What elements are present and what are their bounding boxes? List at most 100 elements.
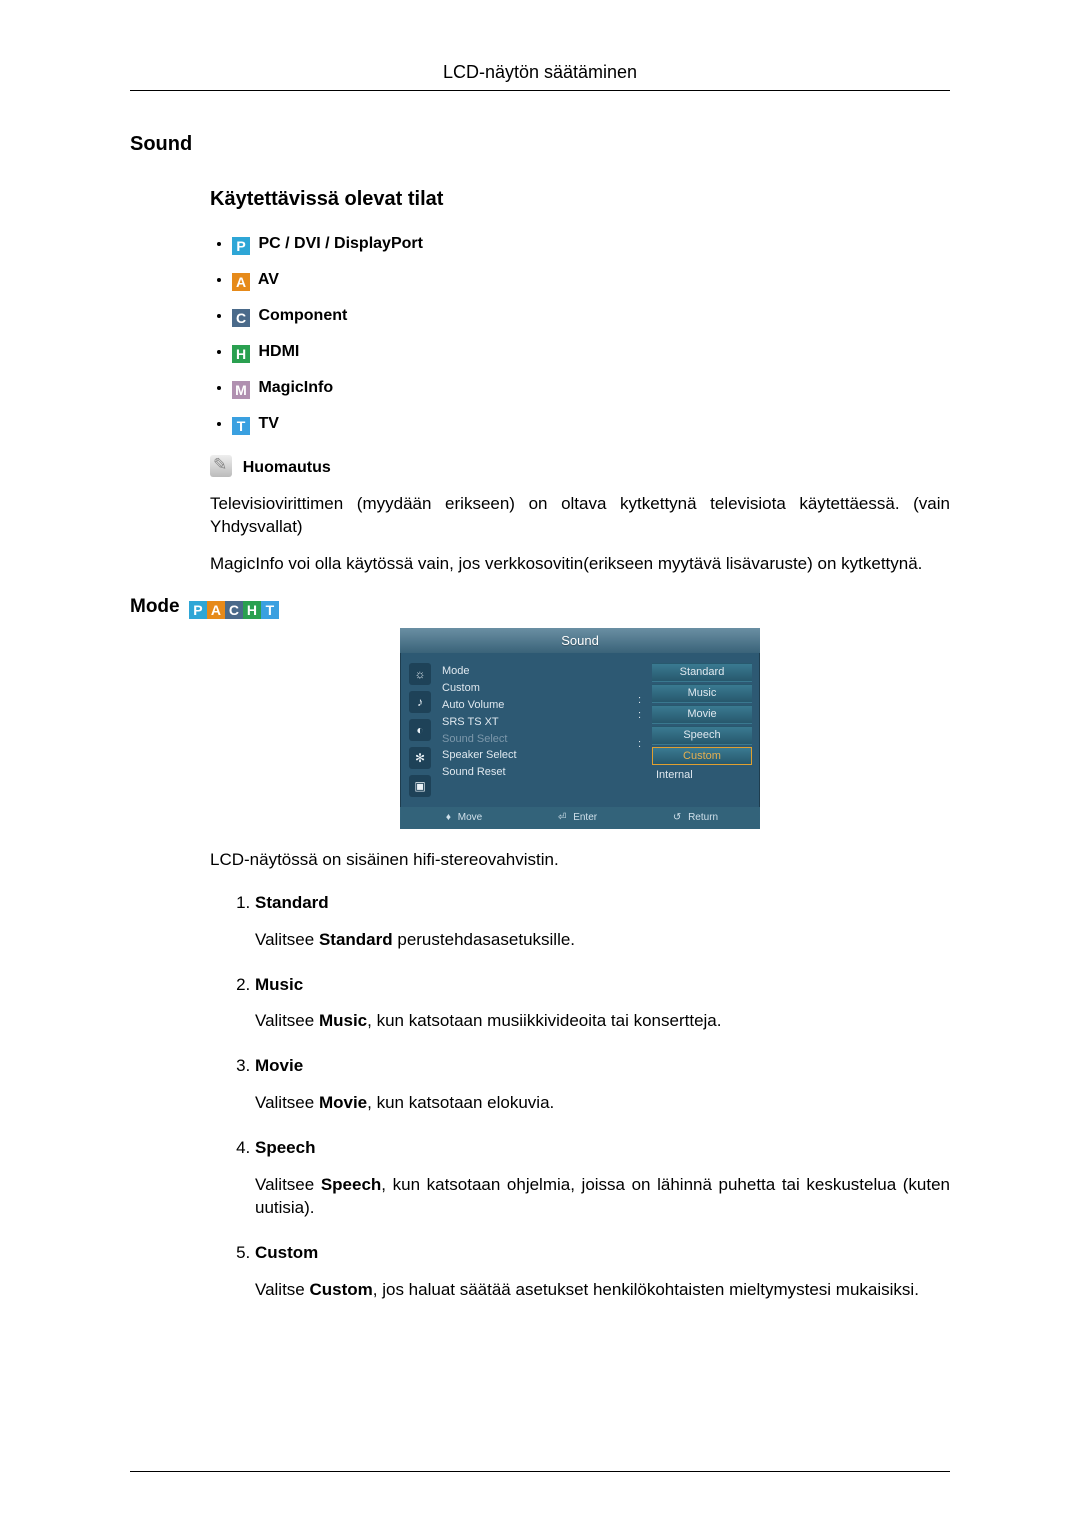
osd-sidebar: ☼ ♪ ◐ ✻ ▣ (408, 663, 432, 797)
option-custom: Custom Valitse Custom, jos haluat säätää… (255, 1242, 950, 1302)
description-section: LCD-näytössä on sisäinen hifi-stereovahv… (130, 849, 950, 1302)
p-icon: P (232, 237, 250, 255)
option-title: Speech (255, 1137, 950, 1160)
text-bold: Custom (310, 1280, 373, 1299)
mode-label: PC / DVI / DisplayPort (258, 235, 422, 252)
mode-label: HDMI (258, 343, 299, 360)
text: , kun katsotaan elokuvia. (367, 1093, 554, 1112)
osd-figure: Sound ☼ ♪ ◐ ✻ ▣ Mode Custom Auto Volume … (130, 628, 950, 829)
osd-menu-item: SRS TS XT (442, 714, 630, 731)
gear-icon: ✻ (409, 747, 431, 769)
h-icon: H (243, 601, 261, 619)
osd-option: Music (652, 684, 752, 703)
mode-title: Mode (130, 596, 180, 617)
note-icon (210, 455, 232, 477)
option-movie: Movie Valitsee Movie, kun katsotaan elok… (255, 1055, 950, 1115)
text: Valitsee (255, 930, 319, 949)
osd-hint-label: Move (454, 812, 482, 823)
brightness-icon: ☼ (409, 663, 431, 685)
option-text: Valitsee Speech, kun katsotaan ohjelmia,… (255, 1174, 950, 1220)
osd-menu-item: Sound Reset (442, 764, 630, 781)
osd-menu-item: Custom (442, 680, 630, 697)
osd-hint-label: Return (684, 812, 718, 823)
text: Valitsee (255, 1093, 319, 1112)
mode-item-component: C Component (232, 305, 950, 327)
page: LCD-näytön säätäminen Sound Käytettäviss… (0, 0, 1080, 1527)
note-heading: Huomautus (210, 455, 950, 479)
osd-body: ☼ ♪ ◐ ✻ ▣ Mode Custom Auto Volume SRS TS… (400, 653, 760, 807)
note-paragraph-2: MagicInfo voi olla käytössä vain, jos ve… (210, 553, 950, 576)
section-title-sound: Sound (130, 131, 950, 158)
option-standard: Standard Valitsee Standard perustehdasas… (255, 892, 950, 952)
mode-item-magicinfo: M MagicInfo (232, 377, 950, 399)
option-text: Valitsee Movie, kun katsotaan elokuvia. (255, 1092, 950, 1115)
osd-menu-item: Sound Select (442, 731, 630, 748)
mode-heading: Mode P A C H T (130, 594, 950, 620)
text: , kun katsotaan musiikkivideoita tai kon… (367, 1011, 721, 1030)
osd-columns: Mode Custom Auto Volume SRS TS XT Sound … (442, 663, 752, 797)
osd-option: Speech (652, 726, 752, 745)
c-icon: C (225, 601, 243, 619)
modes-heading: Käytettävissä olevat tilat (210, 186, 950, 213)
option-title: Custom (255, 1242, 950, 1265)
text: Valitsee (255, 1011, 319, 1030)
modes-section: Käytettävissä olevat tilat P PC / DVI / … (130, 186, 950, 576)
text: Valitsee (255, 1175, 321, 1194)
option-title: Music (255, 974, 950, 997)
osd-footer: ♦ Move ⏎ Enter ↺ Return (400, 807, 760, 829)
speaker-icon: ♪ (409, 691, 431, 713)
osd-menu-list: Mode Custom Auto Volume SRS TS XT Sound … (442, 663, 630, 797)
option-title: Movie (255, 1055, 950, 1078)
osd-hint-enter: ⏎ Enter (554, 811, 597, 825)
mode-item-hdmi: H HDMI (232, 341, 950, 363)
mode-label: MagicInfo (258, 379, 333, 396)
osd-option: Movie (652, 705, 752, 724)
mode-badge-row: P A C H T (189, 601, 279, 619)
desc-intro: LCD-näytössä on sisäinen hifi-stereovahv… (210, 849, 950, 872)
t-icon: T (232, 417, 250, 435)
osd-hint-move: ♦ Move (442, 811, 482, 825)
text: Valitse (255, 1280, 310, 1299)
text-bold: Standard (319, 930, 393, 949)
mode-item-pc: P PC / DVI / DisplayPort (232, 233, 950, 255)
osd-right-col: Standard Music Movie Speech Custom Inter… (652, 663, 752, 797)
osd-option-selected: Custom (652, 747, 752, 766)
c-icon: C (232, 309, 250, 327)
osd-hint-label: Enter (569, 812, 597, 823)
osd-speaker-value: Internal (652, 767, 752, 784)
option-music: Music Valitsee Music, kun katsotaan musi… (255, 974, 950, 1034)
osd-menu-item: Speaker Select (442, 747, 630, 764)
text-bold: Movie (319, 1093, 367, 1112)
option-text: Valitse Custom, jos haluat säätää asetuk… (255, 1279, 950, 1302)
osd-menu-item: Mode (442, 663, 630, 680)
divider-bottom (130, 1471, 950, 1472)
m-icon: M (232, 381, 250, 399)
mode-item-av: A AV (232, 269, 950, 291)
text: , jos haluat säätää asetukset henkilökoh… (373, 1280, 919, 1299)
text-bold: Music (319, 1011, 367, 1030)
note-label: Huomautus (243, 459, 331, 476)
osd-title: Sound (400, 628, 760, 654)
osd-menu-item: Auto Volume (442, 697, 630, 714)
a-icon: A (207, 601, 225, 619)
t-icon: T (261, 601, 279, 619)
mode-label: AV (258, 271, 279, 288)
mode-label: TV (258, 415, 278, 432)
option-text: Valitsee Music, kun katsotaan musiikkivi… (255, 1010, 950, 1033)
option-title: Standard (255, 892, 950, 915)
mode-label: Component (258, 307, 347, 324)
h-icon: H (232, 345, 250, 363)
text-bold: Speech (321, 1175, 381, 1194)
osd-hint-return: ↺ Return (669, 811, 718, 825)
p-icon: P (189, 601, 207, 619)
modes-list: P PC / DVI / DisplayPort A AV C Componen… (210, 233, 950, 435)
clock-icon: ◐ (409, 719, 431, 741)
osd-option: Standard (652, 663, 752, 682)
note-paragraph-1: Televisiovirittimen (myydään erikseen) o… (210, 493, 950, 539)
options-list: Standard Valitsee Standard perustehdasas… (210, 892, 950, 1302)
divider-top (130, 90, 950, 91)
text: perustehdasasetuksille. (393, 930, 575, 949)
mode-item-tv: T TV (232, 413, 950, 435)
osd-colon-col: :: : (638, 663, 644, 797)
page-header: LCD-näytön säätäminen (130, 60, 950, 84)
